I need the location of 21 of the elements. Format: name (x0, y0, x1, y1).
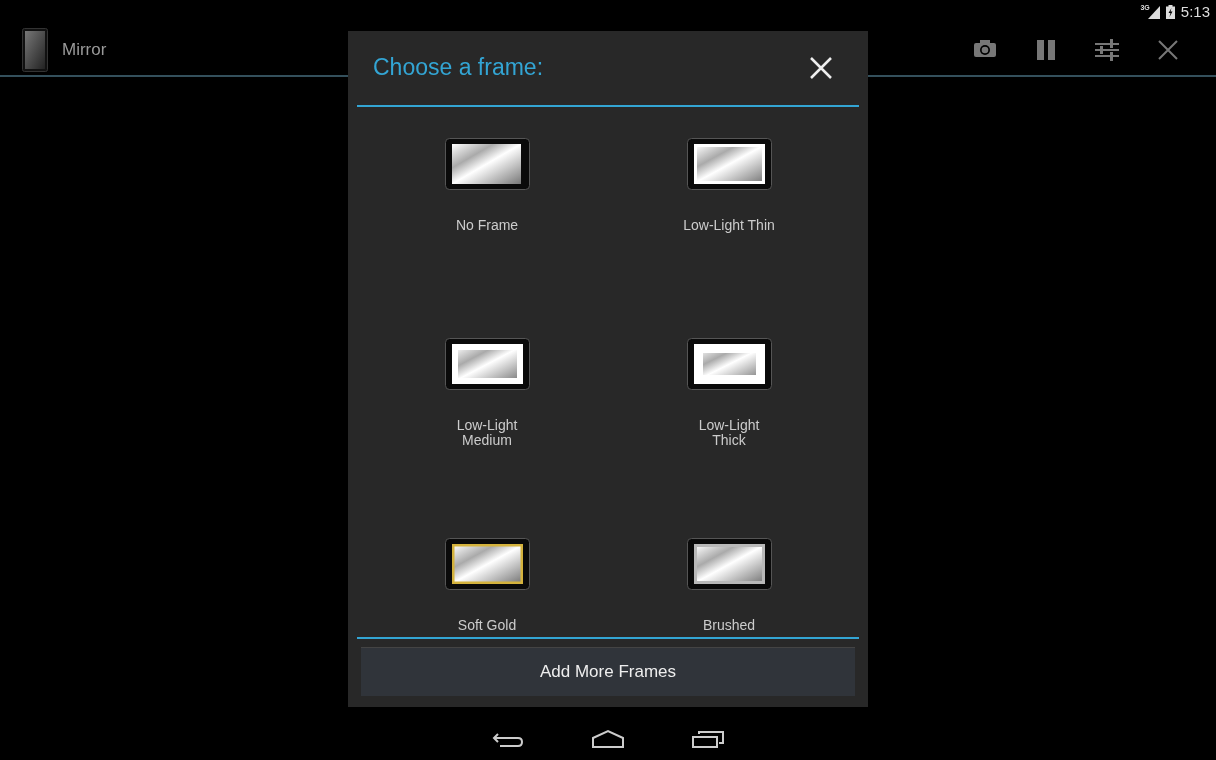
frame-option[interactable]: No Frame (366, 138, 608, 258)
frame-option[interactable]: Low-Light Thin (608, 138, 850, 258)
add-frames-button[interactable]: Add More Frames (361, 647, 855, 696)
dialog-title: Choose a frame: (373, 54, 544, 82)
recent-apps-icon (692, 728, 724, 749)
app-title: Mirror (62, 38, 107, 61)
frame-label: Soft Gold (457, 618, 517, 633)
close-icon (1155, 37, 1180, 62)
home-icon (592, 728, 624, 749)
frame-label: Brushed (702, 618, 756, 633)
frame-label: Low-Light Thick (698, 418, 760, 448)
app-icon (22, 27, 48, 72)
close-icon (809, 56, 833, 81)
clock-time: 5:13 (1180, 1, 1210, 22)
frame-label: No Frame (455, 218, 519, 233)
frame-label: Low-Light Thin (683, 218, 775, 233)
frame-label: Low-Light Medium (456, 418, 518, 448)
battery-icon (1165, 5, 1175, 19)
frame-option[interactable]: Low-Light Medium (366, 338, 608, 458)
settings-sliders-icon (1094, 37, 1119, 62)
frame-option[interactable]: Low-Light Thick (608, 338, 850, 458)
